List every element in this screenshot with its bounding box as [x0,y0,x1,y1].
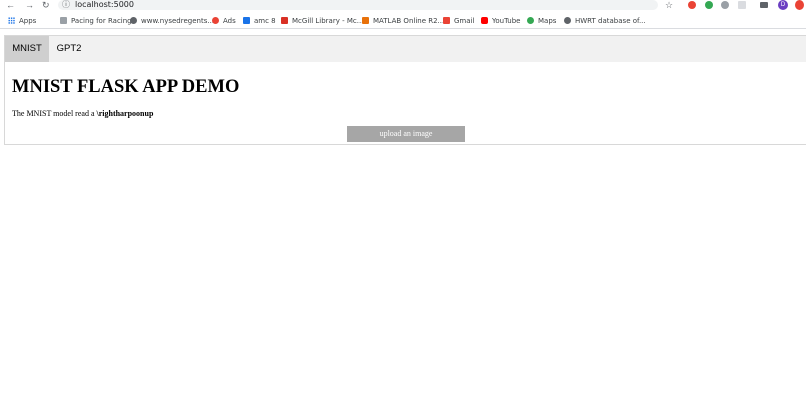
extension-icon[interactable] [738,1,746,9]
forward-icon[interactable]: → [25,0,34,11]
youtube-icon [481,17,488,24]
bookmark-ads[interactable]: Ads [212,13,236,29]
browser-toolbar: ← → ↻ ⓘ localhost:5000 ☆ D [0,0,806,12]
bookmark-pacing-for-racing[interactable]: Pacing for Racing [60,13,132,29]
bookmark-star-icon[interactable]: ☆ [665,0,673,11]
address-bar[interactable] [58,0,658,10]
prediction-text: The MNIST model read a \rightharpoonup [12,109,153,118]
extension-menu-icon[interactable] [795,0,804,10]
bookmark-hwrt-database[interactable]: HWRT database of... [564,13,646,29]
globe-icon [130,17,137,24]
page-icon [60,17,67,24]
gmail-icon [443,17,450,24]
tab-mnist[interactable]: MNIST [5,36,49,62]
mcgill-icon [281,17,288,24]
green-extension-icon[interactable] [705,1,713,9]
playlist-icon[interactable] [760,2,768,8]
back-icon[interactable]: ← [6,0,15,11]
bookmark-nysedregents[interactable]: www.nysedregents.... [130,13,216,29]
bookmark-matlab-online[interactable]: MATLAB Online R2... [362,13,444,29]
cube-icon [243,17,250,24]
page-title: MNIST FLASK APP DEMO [12,77,240,97]
ads-icon [212,17,219,24]
bookmark-gmail[interactable]: Gmail [443,13,474,29]
bookmark-apps[interactable]: Apps [8,13,36,29]
profile-avatar[interactable]: D [778,0,788,10]
shield-extension-icon[interactable] [721,1,729,9]
reload-icon[interactable]: ↻ [42,0,50,11]
address-text[interactable]: localhost:5000 [75,0,134,10]
maps-icon [527,17,534,24]
bookmark-maps[interactable]: Maps [527,13,556,29]
prediction-value: \rightharpoonup [96,109,154,118]
globe-icon [564,17,571,24]
app-container: MNIST GPT2 MNIST FLASK APP DEMO The MNIS… [4,35,806,145]
apps-grid-icon [8,17,15,24]
tab-gpt2[interactable]: GPT2 [49,36,89,62]
prediction-prefix: The MNIST model read a [12,109,97,118]
bookmark-youtube[interactable]: YouTube [481,13,520,29]
upload-image-button[interactable]: upload an image [347,126,465,142]
opera-extension-icon[interactable] [688,1,696,9]
info-icon[interactable]: ⓘ [62,0,70,10]
bookmark-amc8[interactable]: amc 8 [243,13,276,29]
bookmark-mcgill-library[interactable]: McGill Library - Mc... [281,13,363,29]
app-tab-bar: MNIST GPT2 [5,36,806,62]
matlab-icon [362,17,369,24]
bookmarks-bar: Apps Pacing for Racing www.nysedregents.… [0,13,806,29]
